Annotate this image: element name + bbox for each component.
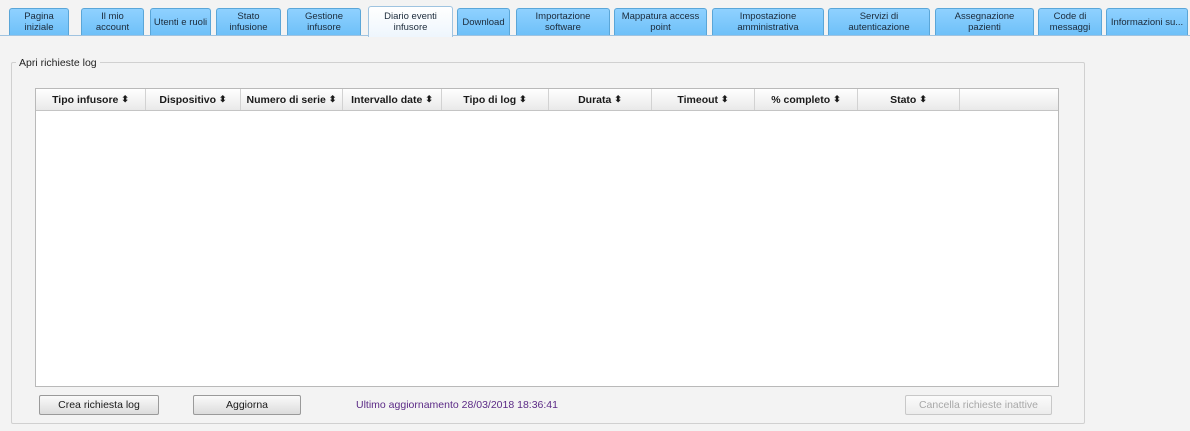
tab-label: Utenti e ruoli [153, 16, 208, 28]
app-frame: Pagina iniziale Il mio account Utenti e … [0, 0, 1190, 431]
tab-label: Stato infusione [229, 11, 268, 33]
sort-icon: ⬍ [121, 94, 129, 104]
tab-assegnazione-pazienti[interactable]: Assegnazione pazienti [935, 8, 1034, 35]
tab-label: Gestione infusore [304, 11, 344, 33]
create-log-request-button[interactable]: Crea richiesta log [39, 395, 159, 415]
tab-il-mio-account[interactable]: Il mio account [81, 8, 144, 35]
tab-stato-infusione[interactable]: Stato infusione [216, 8, 281, 35]
column-label: Dispositivo [159, 93, 217, 106]
sort-icon: ⬍ [328, 94, 337, 104]
column-header-dispositivo[interactable]: Dispositivo ⬍ [146, 89, 241, 110]
column-header-durata[interactable]: Durata ⬍ [549, 89, 652, 110]
tab-gestione-infusore[interactable]: Gestione infusore [287, 8, 361, 35]
clear-inactive-requests-button[interactable]: Cancella richieste inattive [905, 395, 1052, 415]
tab-label: Diario eventi infusore [384, 11, 437, 33]
sort-icon: ⬍ [833, 94, 841, 104]
tab-label: Informazioni su... [1110, 16, 1184, 28]
last-update-text: Ultimo aggiornamento 28/03/2018 18:36:41 [356, 399, 558, 411]
tab-label: Code di messaggi [1049, 11, 1091, 33]
sort-icon: ⬍ [219, 94, 227, 104]
log-requests-table: Tipo infusore ⬍ Dispositivo ⬍ Numero di se… [35, 88, 1059, 387]
column-label: Stato [890, 93, 917, 106]
tab-code-di-messaggi[interactable]: Code di messaggi [1038, 8, 1102, 35]
column-header-numero-di-serie[interactable]: Numero di serie ⬍ [241, 89, 343, 110]
tab-label: Download [462, 16, 505, 28]
tab-diario-eventi-infusore[interactable]: Diario eventi infusore [368, 6, 453, 37]
column-header-tipo-di-log[interactable]: Tipo di log ⬍ [442, 89, 549, 110]
table-header: Tipo infusore ⬍ Dispositivo ⬍ Numero di se… [36, 89, 1058, 111]
tab-mappatura-access-point[interactable]: Mappatura access point [614, 8, 707, 35]
tab-servizi-di-autenticazione[interactable]: Servizi di autenticazione [828, 8, 930, 35]
sort-icon: ⬍ [614, 94, 622, 104]
tab-label: Pagina iniziale [24, 11, 54, 33]
tab-utenti-e-ruoli[interactable]: Utenti e ruoli [150, 8, 211, 35]
tab-label: Mappatura access point [621, 11, 700, 33]
column-label: Tipo infusore [52, 93, 119, 106]
group-title: Apri richieste log [16, 57, 100, 69]
tab-label: Impostazione amministrativa [737, 11, 799, 33]
column-header-timeout[interactable]: Timeout ⬍ [652, 89, 755, 110]
column-label: Intervallo date [351, 93, 423, 106]
column-label: % completo [771, 93, 831, 106]
column-header-percent-complete[interactable]: % completo ⬍ [755, 89, 858, 110]
column-header-stato[interactable]: Stato ⬍ [858, 89, 960, 110]
tab-importazione-software[interactable]: Importazione software [516, 8, 610, 35]
refresh-button[interactable]: Aggiorna [193, 395, 301, 415]
tab-pagina-iniziale[interactable]: Pagina iniziale [9, 8, 69, 35]
tab-bar: Pagina iniziale Il mio account Utenti e … [0, 0, 1190, 37]
column-header-tipo-infusore[interactable]: Tipo infusore ⬍ [36, 89, 146, 110]
sort-icon: ⬍ [919, 94, 927, 104]
tab-label: Il mio account [95, 11, 130, 33]
tab-bar-divider [0, 35, 1190, 36]
column-label: Numero di serie [246, 93, 326, 106]
column-header-intervallo-date[interactable]: Intervallo date ⬍ [343, 89, 442, 110]
sort-icon: ⬍ [721, 94, 729, 104]
tab-label: Importazione software [535, 11, 591, 33]
tab-label: Servizi di autenticazione [848, 11, 910, 33]
column-label: Timeout [677, 93, 719, 106]
column-label: Durata [578, 93, 612, 106]
tab-impostazione-amministrativa[interactable]: Impostazione amministrativa [712, 8, 824, 35]
tab-label: Assegnazione pazienti [954, 11, 1015, 33]
sort-icon: ⬍ [519, 94, 527, 104]
column-label: Tipo di log [463, 93, 517, 106]
sort-icon: ⬍ [425, 94, 433, 104]
tab-informazioni-su[interactable]: Informazioni su... [1106, 8, 1188, 35]
tab-download[interactable]: Download [457, 8, 510, 35]
